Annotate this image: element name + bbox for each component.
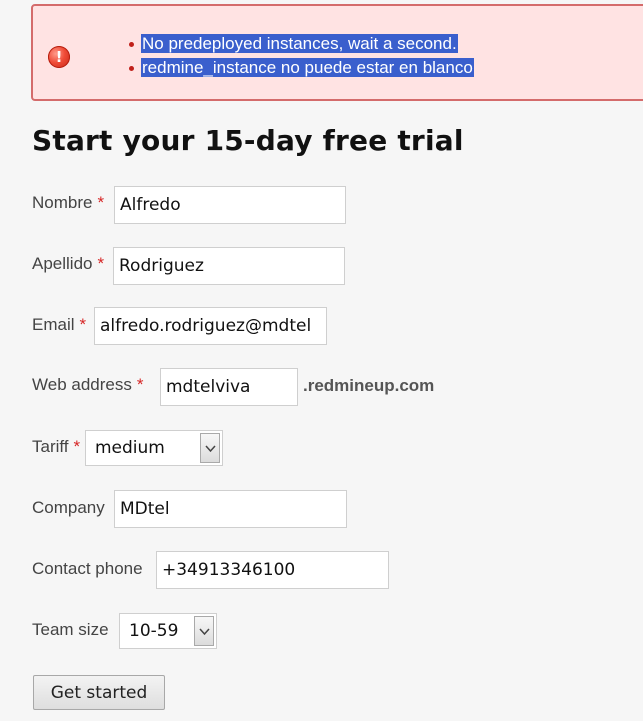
chevron-down-icon-glyph — [199, 628, 210, 636]
page-title: Start your 15-day free trial — [32, 124, 464, 157]
nombre-label: Nombre * — [32, 193, 105, 212]
error-message: redmine_instance no puede estar en blanc… — [129, 56, 474, 80]
chevron-down-icon[interactable] — [200, 433, 220, 463]
error-message: No predeployed instances, wait a second. — [129, 32, 474, 56]
email-input[interactable]: alfredo.rodriguez@mdtel — [94, 307, 327, 345]
chevron-down-icon-glyph — [205, 445, 216, 453]
required-marker: * — [97, 254, 105, 273]
required-marker: * — [73, 437, 81, 456]
required-marker: * — [97, 193, 105, 212]
team-size-select[interactable]: 10-59 — [119, 613, 217, 649]
error-list: No predeployed instances, wait a second.… — [129, 32, 474, 80]
required-marker: * — [79, 315, 87, 334]
web-address-input[interactable]: mdtelviva — [160, 368, 298, 406]
chevron-down-icon[interactable] — [194, 616, 214, 646]
exclamation-icon: ! — [48, 46, 70, 68]
company-label: Company — [32, 498, 105, 517]
error-panel: ! No predeployed instances, wait a secon… — [31, 4, 643, 101]
tariff-select[interactable]: medium — [85, 430, 223, 466]
apellido-label: Apellido * — [32, 254, 105, 273]
web-address-label: Web address * — [32, 375, 144, 394]
company-input[interactable]: MDtel — [114, 490, 347, 528]
contact-phone-input[interactable]: +34913346100 — [156, 551, 389, 589]
domain-suffix: .redmineup.com — [303, 376, 435, 395]
contact-phone-label: Contact phone — [32, 559, 143, 578]
apellido-input[interactable]: Rodriguez — [113, 247, 345, 285]
error-message-text: No predeployed instances, wait a second. — [141, 34, 458, 53]
nombre-input[interactable]: Alfredo — [114, 186, 346, 224]
email-label: Email * — [32, 315, 87, 334]
team-size-selected-value: 10-59 — [129, 621, 179, 641]
required-marker: * — [136, 375, 144, 394]
tariff-label: Tariff * — [32, 437, 81, 456]
get-started-button[interactable]: Get started — [33, 675, 165, 710]
error-message-text: redmine_instance no puede estar en blanc… — [141, 58, 474, 77]
tariff-selected-value: medium — [95, 438, 165, 458]
team-size-label: Team size — [32, 620, 109, 639]
